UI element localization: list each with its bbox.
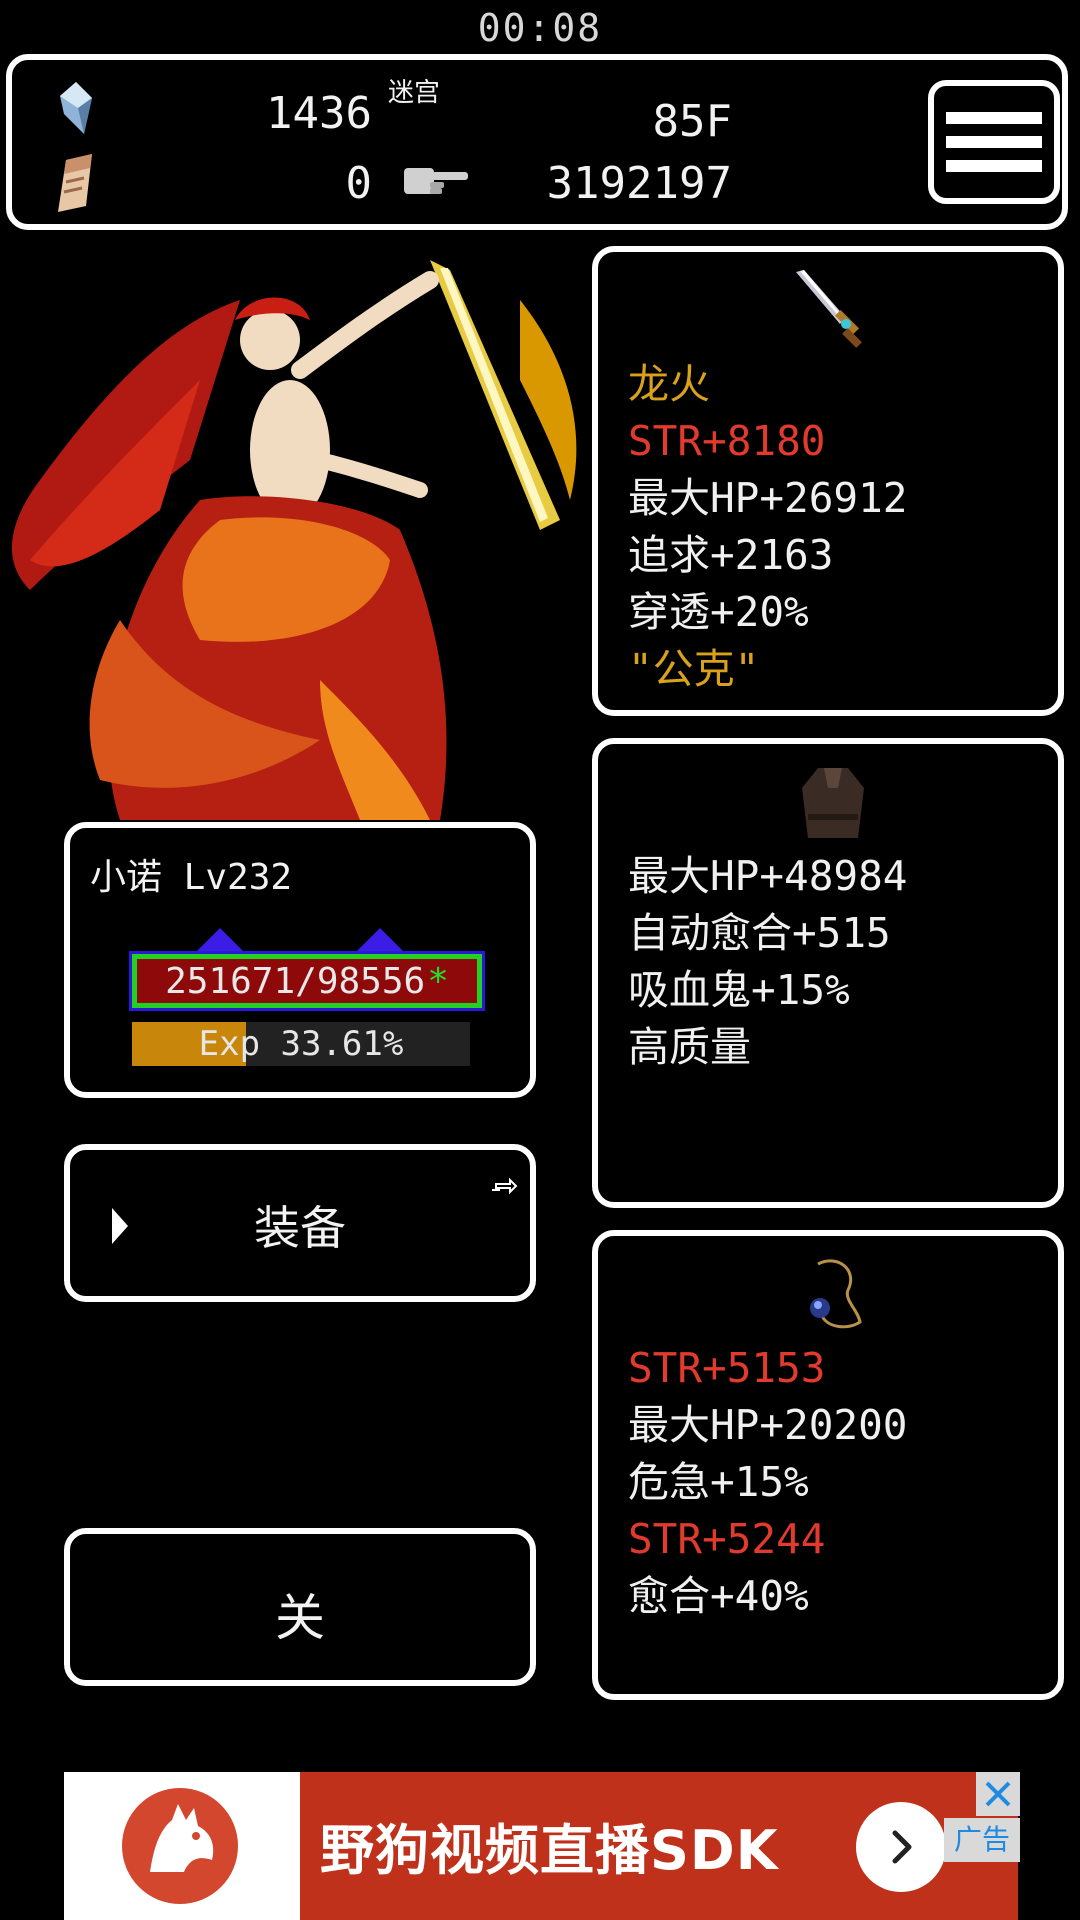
accessory-stat-list: STR+5153 最大HP+20200 危急+15% STR+5244 愈合+4… — [628, 1340, 1048, 1625]
weapon-stat-line: 穿透+20% — [628, 588, 809, 636]
accessory-stat-line: 愈合+40% — [628, 1572, 809, 1620]
ad-tag: 广告 — [944, 1818, 1020, 1862]
accessory-stat-line: 最大HP+20200 — [628, 1401, 908, 1449]
scroll-icon — [58, 154, 92, 212]
hp-marker-icon — [354, 928, 406, 954]
crystal-count: 1436 — [266, 88, 372, 139]
ad-close-button[interactable] — [976, 1772, 1020, 1816]
close-button[interactable]: 关 — [64, 1528, 536, 1686]
weapon-stat-line: 龙火 — [628, 360, 710, 408]
crystal-icon — [60, 82, 92, 134]
accessory-stat-line: STR+5153 — [628, 1344, 826, 1392]
close-icon — [985, 1781, 1011, 1807]
armor-stat-list: 最大HP+48984 自动愈合+515 吸血鬼+15% 高质量 — [628, 848, 1048, 1076]
hero-portrait — [11, 260, 577, 820]
weapon-stat-list: 龙火 STR+8180 最大HP+26912 追求+2163 穿透+20% "公… — [628, 356, 1048, 698]
hamburger-menu-bar — [946, 136, 1042, 148]
accessory-stat-line: STR+5244 — [628, 1515, 826, 1563]
hp-marker-icon — [194, 928, 246, 954]
weapon-stat-line: STR+8180 — [628, 417, 826, 465]
armor-card[interactable]: 最大HP+48984 自动愈合+515 吸血鬼+15% 高质量 — [592, 738, 1064, 1208]
exp-text: Exp 33.61% — [198, 1024, 404, 1064]
hamburger-menu-icon — [946, 112, 1042, 124]
scroll-count: 0 — [345, 158, 373, 209]
hamburger-menu-bar — [946, 160, 1042, 172]
sword-icon — [796, 270, 862, 348]
pointing-hand-icon — [404, 168, 468, 194]
accessory-card[interactable]: STR+5153 最大HP+20200 危急+15% STR+5244 愈合+4… — [592, 1230, 1064, 1700]
armor-stat-line: 最大HP+48984 — [628, 852, 908, 900]
ad-open-button[interactable] — [856, 1802, 946, 1892]
equipment-button[interactable]: 装备 — [64, 1144, 536, 1302]
ad-logo-box — [64, 1772, 300, 1920]
ad-text: 野狗视频直播SDK — [320, 1819, 779, 1882]
hp-bar: 251671/98556 * — [129, 951, 485, 1011]
floor-label: 85F — [652, 96, 732, 147]
armor-stat-line: 吸血鬼+15% — [628, 966, 850, 1014]
wild-dog-logo — [122, 1788, 238, 1904]
weapon-stat-line: 追求+2163 — [628, 531, 834, 579]
clock: 00:08 — [477, 6, 603, 50]
menu-button[interactable] — [928, 80, 1060, 204]
distance-value: 3192197 — [546, 158, 732, 209]
character-stats-panel: 小诺 Lv232 251671/98556 * Exp 33.61% — [64, 822, 536, 1098]
robe-icon — [802, 768, 864, 838]
close-button-label: 关 — [275, 1589, 325, 1647]
weapon-stat-line: 最大HP+26912 — [628, 474, 908, 522]
character-name-level: 小诺 Lv232 — [90, 857, 293, 898]
equipment-button-label: 装备 — [254, 1201, 346, 1255]
top-status-panel: 1436 0 迷宫 85F 3192197 — [6, 54, 1068, 230]
exp-bar: Exp 33.61% — [132, 1022, 470, 1066]
maze-label: 迷宫 — [388, 78, 441, 108]
swap-icon[interactable] — [490, 1178, 518, 1198]
armor-stat-line: 自动愈合+515 — [628, 909, 891, 957]
hp-mark: * — [427, 960, 449, 1002]
weapon-stat-line: "公克" — [628, 645, 760, 693]
amulet-icon — [810, 1259, 862, 1329]
accessory-stat-line: 危急+15% — [628, 1458, 809, 1506]
chevron-right-icon — [892, 1830, 912, 1864]
armor-stat-line: 高质量 — [628, 1023, 751, 1071]
hp-text: 251671/98556 — [165, 960, 426, 1002]
weapon-card[interactable]: 龙火 STR+8180 最大HP+26912 追求+2163 穿透+20% "公… — [592, 246, 1064, 716]
ad-banner[interactable]: 野狗视频直播SDK — [64, 1772, 1018, 1920]
